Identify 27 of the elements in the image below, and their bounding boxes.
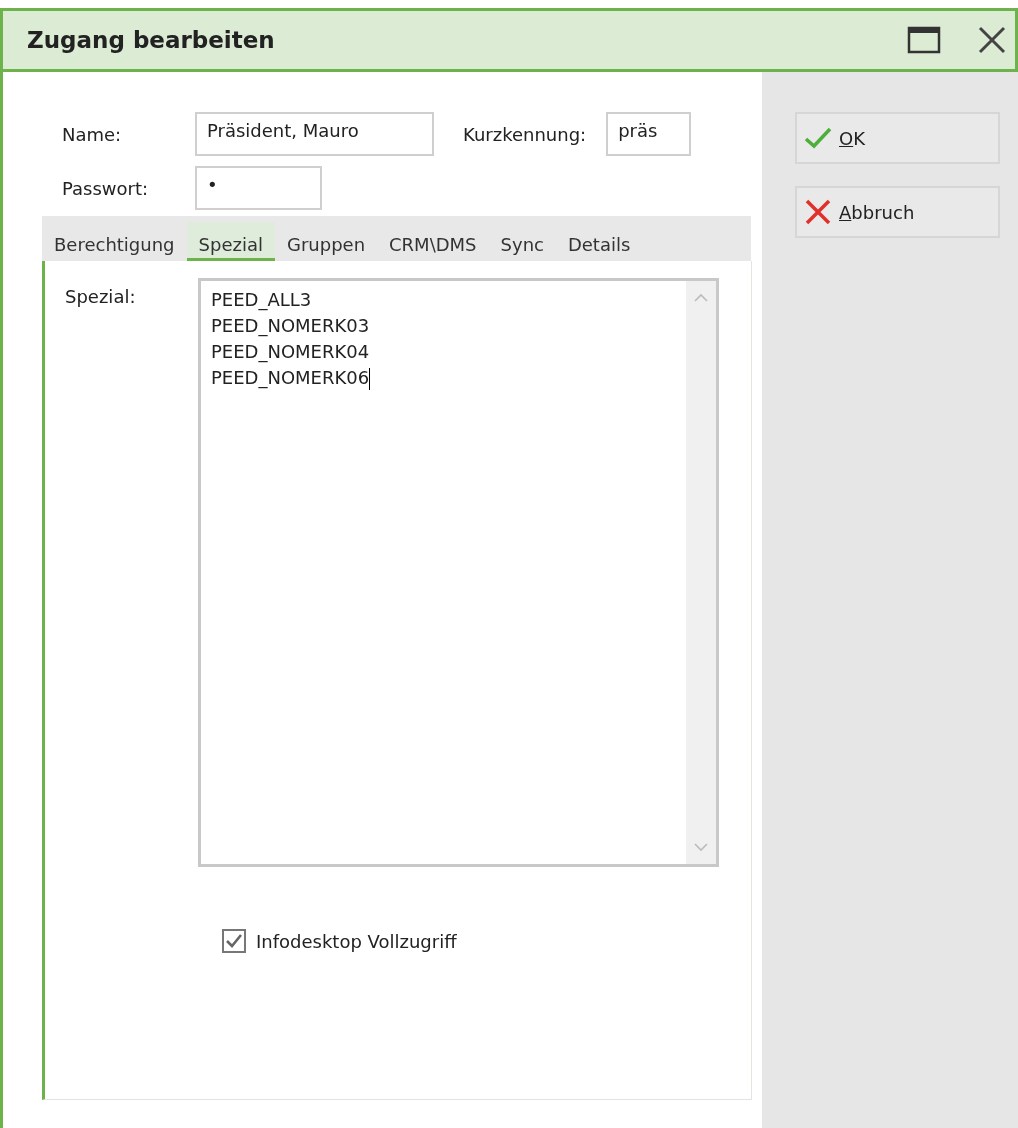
cross-icon <box>803 199 833 225</box>
text-area[interactable]: PEED_ALL3 PEED_NOMERK03 PEED_NOMERK04 PEED_NOMERK06 <box>198 278 719 867</box>
window-title: Zugang bearbeiten <box>27 27 276 53</box>
checkbox[interactable] <box>222 929 246 953</box>
tab[interactable]: Spezial <box>186 222 275 261</box>
text-field[interactable]: Präsident, Mauro <box>195 112 434 156</box>
text-line: PEED_NOMERK03 <box>211 314 371 339</box>
text-line: PEED_NOMERK04 <box>211 340 371 365</box>
field-label: Passwort: <box>61 177 150 199</box>
tab[interactable]: CRM\DMS <box>377 222 489 261</box>
tab[interactable]: Berechtigung <box>42 222 187 261</box>
text-line: PEED_ALL3 <box>211 288 313 313</box>
close-icon[interactable] <box>977 25 1007 55</box>
tab[interactable]: Gruppen <box>274 222 378 261</box>
text-field[interactable]: präs <box>606 112 692 156</box>
password-field[interactable]: • <box>195 166 322 210</box>
tab[interactable]: Details <box>555 222 643 261</box>
ok-button[interactable]: OK <box>795 112 1000 164</box>
checkmark-icon <box>803 126 833 150</box>
field-label: Name: <box>61 123 123 145</box>
field-label: Kurzkennung: <box>463 123 587 145</box>
checkbox-label: Infodesktop Vollzugriff <box>256 930 457 952</box>
text-line: PEED_NOMERK06 <box>211 366 372 391</box>
tab[interactable]: Sync <box>488 222 556 261</box>
cancel-button[interactable]: Abbruch <box>795 186 1000 238</box>
field-label: Spezial: <box>64 285 137 309</box>
maximize-icon[interactable] <box>907 26 941 54</box>
